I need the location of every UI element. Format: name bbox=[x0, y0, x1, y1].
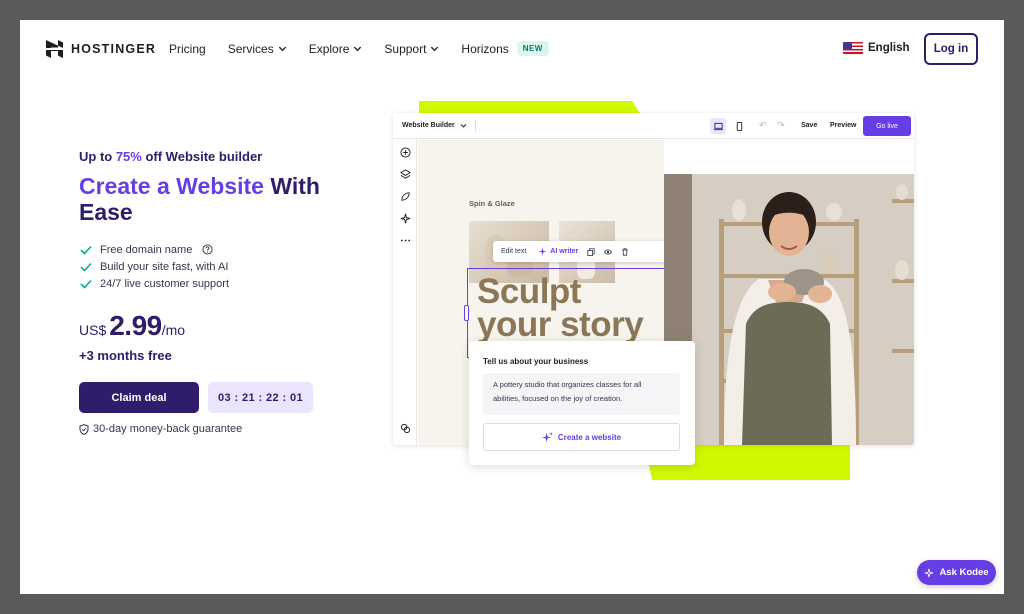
ask-kodee-button[interactable]: Ask Kodee bbox=[917, 560, 996, 585]
business-prompt-card: Tell us about your business A pottery st… bbox=[469, 341, 695, 465]
menu-support[interactable]: Support bbox=[384, 41, 439, 56]
top-nav: HOSTINGER Pricing Services Explore Suppo… bbox=[20, 20, 1004, 78]
ask-kodee-label: Ask Kodee bbox=[939, 567, 989, 578]
sparkle-icon bbox=[925, 568, 934, 577]
feature-text: Build your site fast, with AI bbox=[100, 260, 229, 273]
potter-illustration bbox=[664, 174, 914, 445]
edit-text-button[interactable]: Edit text bbox=[501, 248, 526, 255]
feature-list: Free domain name Build your site fast, w… bbox=[80, 241, 229, 292]
logo[interactable]: HOSTINGER bbox=[46, 40, 156, 58]
language-selector[interactable]: English bbox=[843, 42, 910, 54]
chevron-down-icon bbox=[278, 46, 286, 52]
redo-icon[interactable]: ↷ bbox=[777, 120, 785, 131]
preview-button[interactable]: Preview bbox=[830, 122, 856, 129]
check-icon bbox=[80, 279, 92, 289]
menu-label: Horizons bbox=[461, 41, 509, 56]
main-menu: Pricing Services Explore Support Horizon… bbox=[169, 41, 571, 56]
promo-prefix: Up to bbox=[79, 149, 116, 164]
builder-toolbar: Website Builder ↶ ↷ Save Preview Go live bbox=[393, 113, 914, 139]
layers-icon[interactable] bbox=[400, 169, 411, 180]
money-back-guarantee: 30-day money-back guarantee bbox=[79, 423, 242, 435]
check-icon bbox=[80, 262, 92, 272]
menu-label: Support bbox=[384, 41, 427, 56]
desktop-icon bbox=[713, 122, 723, 130]
trash-icon[interactable] bbox=[621, 247, 629, 256]
ai-writer-button[interactable]: AI writer bbox=[538, 247, 578, 256]
settings-icon[interactable] bbox=[400, 423, 411, 434]
more-icon[interactable] bbox=[400, 235, 411, 246]
menu-horizons[interactable]: Horizons NEW bbox=[461, 41, 549, 56]
site-heading: Sculpt your story bbox=[477, 272, 644, 344]
chevron-down-icon bbox=[431, 46, 439, 52]
bonus-text: +3 months free bbox=[79, 348, 172, 363]
price-currency: US$ bbox=[79, 322, 107, 338]
price: US$ 2.99 /mo bbox=[79, 310, 185, 342]
menu-label: Services bbox=[227, 41, 274, 56]
visibility-icon[interactable] bbox=[604, 248, 613, 256]
hero-headline: Create a Website With Ease bbox=[79, 173, 369, 225]
chevron-down-icon bbox=[354, 46, 362, 52]
divider bbox=[474, 119, 476, 132]
page: HOSTINGER Pricing Services Explore Suppo… bbox=[20, 20, 1004, 594]
sparkle-icon bbox=[541, 431, 553, 442]
prompt-question: Tell us about your business bbox=[483, 357, 589, 366]
builder-title-dropdown[interactable]: Website Builder bbox=[402, 122, 467, 129]
feature-text: 24/7 live customer support bbox=[100, 277, 230, 290]
business-description-input[interactable]: A pottery studio that organizes classes … bbox=[483, 373, 680, 415]
ai-tools-icon[interactable] bbox=[400, 213, 411, 224]
save-button[interactable]: Save bbox=[801, 122, 817, 129]
site-brand-name: Spin & Glaze bbox=[469, 199, 515, 208]
guarantee-text: 30-day money-back guarantee bbox=[93, 423, 243, 435]
login-button[interactable]: Log in bbox=[924, 33, 978, 65]
potter-photo bbox=[664, 174, 914, 445]
styles-icon[interactable] bbox=[400, 191, 411, 202]
price-period: /mo bbox=[161, 322, 186, 338]
menu-label: Explore bbox=[308, 41, 350, 56]
headline-accent: Create a Website bbox=[79, 173, 264, 199]
create-website-label: Create a website bbox=[557, 432, 622, 442]
copy-icon[interactable] bbox=[587, 247, 595, 256]
new-badge: NEW bbox=[516, 41, 549, 56]
help-circle-icon[interactable] bbox=[202, 244, 213, 255]
builder-title: Website Builder bbox=[402, 122, 455, 129]
chevron-down-icon bbox=[460, 124, 467, 128]
menu-pricing[interactable]: Pricing bbox=[169, 41, 206, 56]
feature-item: Free domain name bbox=[80, 241, 229, 258]
language-label: English bbox=[868, 42, 910, 54]
menu-explore[interactable]: Explore bbox=[309, 41, 363, 56]
countdown-timer: 03 : 21 : 22 : 01 bbox=[208, 382, 313, 413]
menu-services[interactable]: Services bbox=[228, 41, 287, 56]
hostinger-logo-icon bbox=[46, 40, 63, 58]
text-edit-toolbar: Edit text AI writer bbox=[493, 241, 673, 262]
promo-text: Up to 75% off Website builder bbox=[79, 149, 262, 164]
mobile-view-button[interactable] bbox=[731, 118, 747, 134]
sparkle-icon bbox=[539, 247, 547, 256]
feature-text: Free domain name bbox=[100, 243, 193, 256]
desktop-view-button[interactable] bbox=[710, 118, 726, 134]
us-flag-icon bbox=[843, 42, 863, 54]
menu-label: Pricing bbox=[169, 41, 206, 56]
heading-line: Sculpt bbox=[477, 272, 581, 311]
create-website-button[interactable]: Create a website bbox=[483, 423, 680, 451]
add-icon[interactable] bbox=[400, 147, 411, 158]
go-live-button[interactable]: Go live bbox=[863, 116, 911, 136]
ai-writer-label: AI writer bbox=[550, 248, 579, 255]
mobile-icon bbox=[736, 121, 742, 131]
builder-sidebar bbox=[393, 140, 417, 445]
resize-handle[interactable] bbox=[464, 305, 469, 321]
price-amount: 2.99 bbox=[109, 310, 162, 341]
brand-name: HOSTINGER bbox=[71, 42, 157, 56]
undo-icon[interactable]: ↶ bbox=[759, 120, 767, 131]
feature-item: Build your site fast, with AI bbox=[80, 258, 229, 275]
check-icon bbox=[80, 245, 92, 255]
heading-line: your story bbox=[477, 305, 644, 344]
shield-check-icon bbox=[79, 423, 89, 435]
promo-discount: 75% bbox=[115, 149, 142, 164]
promo-suffix: off Website builder bbox=[141, 149, 263, 164]
claim-deal-button[interactable]: Claim deal bbox=[79, 382, 199, 413]
feature-item: 24/7 live customer support bbox=[80, 275, 229, 292]
